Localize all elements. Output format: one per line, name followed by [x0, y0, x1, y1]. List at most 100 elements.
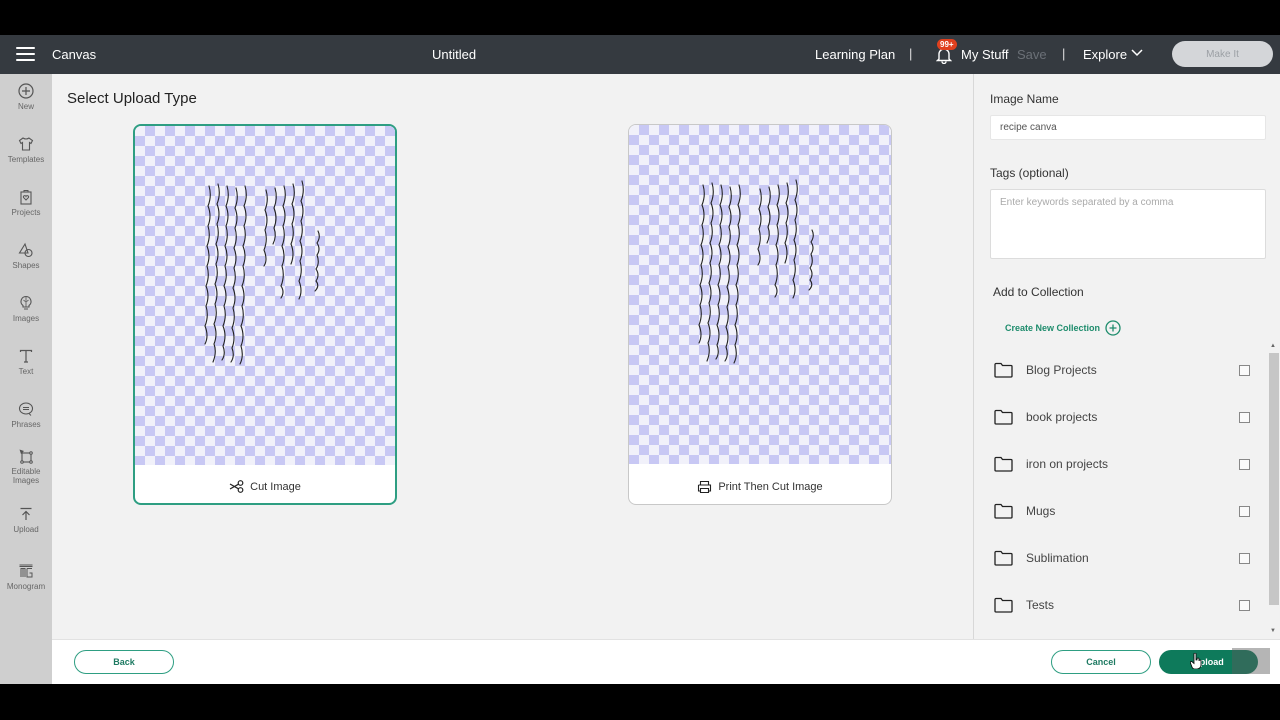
collection-checkbox[interactable] [1239, 411, 1250, 423]
notification-badge: 99+ [937, 39, 957, 50]
collection-checkbox[interactable] [1239, 458, 1250, 470]
folder-icon [994, 362, 1013, 378]
collection-name: Tests [1026, 598, 1055, 612]
sidebar-item-editable-images[interactable]: Editable Images [0, 448, 52, 485]
card-label: Print Then Cut Image [629, 480, 891, 494]
sidebar-label: Shapes [12, 261, 40, 270]
section-label: Canvas [52, 47, 97, 62]
chevron-down-icon[interactable] [1131, 49, 1143, 57]
sidebar-label: Projects [11, 208, 41, 217]
lightbulb-icon [20, 295, 32, 310]
print-then-cut-option[interactable]: Print Then Cut Image [628, 124, 892, 505]
my-stuff-link[interactable]: My Stuff [961, 47, 1008, 62]
folder-icon [994, 456, 1013, 472]
image-preview [629, 125, 891, 464]
menu-icon[interactable] [16, 47, 35, 61]
screen-bottom-bar [0, 684, 1280, 720]
image-name-input[interactable] [990, 115, 1266, 140]
handwritten-recipe-image [204, 180, 320, 365]
create-new-collection-button[interactable]: Create New Collection [1005, 320, 1121, 336]
sidebar-label: Images [12, 314, 40, 323]
image-name-label: Image Name [990, 92, 1059, 106]
image-preview [135, 126, 395, 465]
sidebar-label: Upload [13, 525, 39, 534]
folder-icon [994, 550, 1013, 566]
collection-row[interactable]: Tests [994, 590, 1254, 620]
sidebar-item-monogram[interactable]: Monogram [0, 563, 52, 591]
project-title[interactable]: Untitled [432, 47, 476, 62]
scrollbar-thumb[interactable] [1269, 353, 1279, 605]
printer-icon [698, 480, 712, 494]
explore-menu[interactable]: Explore [1083, 47, 1127, 62]
collection-name: book projects [1026, 410, 1098, 424]
collection-name: Blog Projects [1026, 363, 1097, 377]
scroll-down-arrow[interactable]: ▼ [1270, 628, 1276, 634]
collection-row[interactable]: iron on projects [994, 449, 1254, 479]
folder-icon [994, 409, 1013, 425]
sidebar-item-images[interactable]: Images [0, 295, 52, 323]
tshirt-icon [18, 137, 34, 151]
tags-input[interactable] [990, 189, 1266, 259]
collection-row[interactable]: book projects [994, 402, 1254, 432]
sidebar-item-upload[interactable]: Upload [0, 506, 52, 534]
page-title: Select Upload Type [67, 90, 197, 107]
sidebar-label: New [17, 102, 34, 111]
sidebar-label: Phrases [11, 420, 41, 429]
collection-checkbox[interactable] [1239, 505, 1250, 517]
sidebar-label: Monogram [6, 582, 46, 591]
collection-checkbox[interactable] [1239, 364, 1250, 376]
upload-icon [20, 507, 32, 520]
handwritten-recipe-image [698, 179, 814, 364]
card-label: Cut Image [135, 480, 395, 493]
collection-row[interactable]: Sublimation [994, 543, 1254, 573]
create-collection-label: Create New Collection [1005, 323, 1101, 333]
left-sidebar: New Templates Projects Shapes Images Tex… [0, 74, 52, 684]
collection-checkbox[interactable] [1239, 599, 1250, 611]
collection-checkbox[interactable] [1239, 552, 1250, 564]
shapes-icon [18, 242, 33, 258]
monogram-icon [19, 564, 33, 578]
sidebar-item-templates[interactable]: Templates [0, 136, 52, 164]
scroll-up-arrow[interactable]: ▲ [1270, 343, 1276, 349]
collection-row[interactable]: Mugs [994, 496, 1254, 526]
scissors-icon [229, 480, 244, 493]
upload-type-area: Select Upload Type Cut Image Print Then … [52, 74, 974, 639]
text-icon [19, 349, 33, 363]
collection-name: Mugs [1026, 504, 1056, 518]
upload-details-panel: Image Name Tags (optional) Add to Collec… [974, 74, 1280, 639]
plus-circle-icon [1105, 320, 1121, 336]
screen-top-bar [0, 0, 1280, 35]
plus-circle-icon [18, 83, 34, 99]
editable-images-icon [19, 449, 33, 464]
footer-actions: Back Cancel Upload [52, 639, 1280, 684]
make-it-button[interactable]: Make It [1172, 41, 1273, 67]
sidebar-item-shapes[interactable]: Shapes [0, 242, 52, 270]
video-overlay-controls [1232, 648, 1270, 674]
collection-row[interactable]: Blog Projects [994, 355, 1254, 385]
header-separator: | [1062, 46, 1066, 61]
app-header: Canvas Untitled Learning Plan | 99+ My S… [0, 35, 1280, 74]
sidebar-label: Images [12, 476, 40, 485]
sidebar-item-projects[interactable]: Projects [0, 189, 52, 217]
sidebar-label: Templates [7, 155, 45, 164]
add-to-collection-label: Add to Collection [993, 285, 1084, 299]
collection-name: Sublimation [1026, 551, 1089, 565]
sidebar-item-text[interactable]: Text [0, 348, 52, 376]
sidebar-item-phrases[interactable]: Phrases [0, 401, 52, 429]
cut-image-label: Cut Image [250, 480, 301, 493]
print-then-cut-label: Print Then Cut Image [718, 481, 823, 493]
folder-icon [994, 597, 1013, 613]
hand-cursor-icon [1190, 653, 1202, 669]
cancel-button[interactable]: Cancel [1051, 650, 1151, 674]
save-button[interactable]: Save [1017, 47, 1047, 62]
tags-label: Tags (optional) [990, 166, 1069, 180]
header-separator: | [909, 46, 913, 61]
back-button[interactable]: Back [74, 650, 174, 674]
sidebar-label: Text [18, 367, 34, 376]
learning-plan-link[interactable]: Learning Plan [815, 47, 895, 62]
speech-bubble-icon [18, 402, 34, 416]
cut-image-option[interactable]: Cut Image [133, 124, 397, 505]
projects-icon [20, 190, 32, 205]
sidebar-item-new[interactable]: New [0, 83, 52, 111]
collection-name: iron on projects [1026, 457, 1109, 471]
